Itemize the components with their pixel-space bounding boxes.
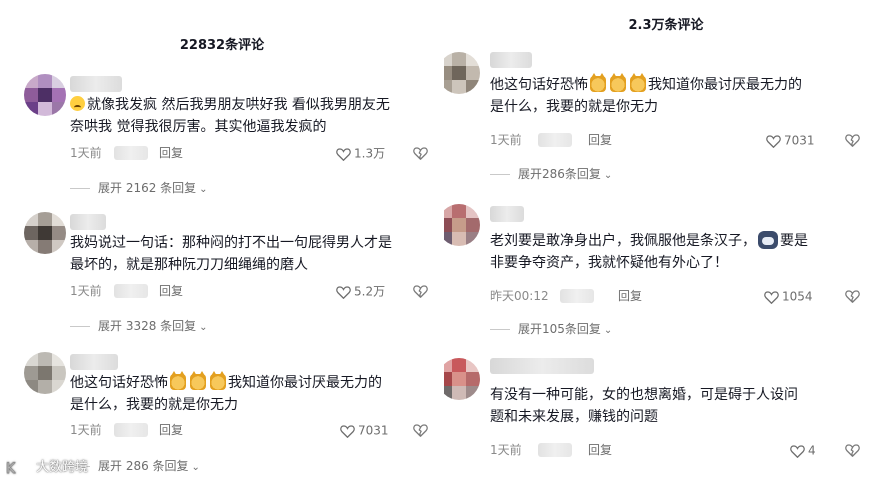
right-comment-panel: 2.3万条评论 他这句话好恐怖 我知道你最讨厌最无力的 是什么，我要的就是你无力 … <box>444 0 888 484</box>
reply-button[interactable]: 回复 <box>588 442 612 458</box>
location-blur <box>114 146 148 160</box>
timestamp: 1天前 <box>490 443 522 457</box>
timestamp: 1天前 <box>70 146 102 160</box>
username[interactable] <box>70 76 122 92</box>
cat-emoji-icon <box>190 371 206 390</box>
comment-meta: 昨天00:12 回复 <box>490 288 690 304</box>
expand-replies-button[interactable]: 展开105条回复 ⌄ <box>490 321 612 337</box>
broken-heart-icon[interactable] <box>413 146 428 160</box>
like-button[interactable]: 7031 <box>766 132 815 148</box>
chevron-down-icon: ⌄ <box>603 325 613 336</box>
watermark: K 大数跨境 <box>6 456 88 477</box>
svg-text:K: K <box>6 461 16 477</box>
location-blur <box>560 289 594 303</box>
heart-outline-icon <box>336 285 351 299</box>
username[interactable] <box>490 52 532 68</box>
expand-replies-button[interactable]: 展开286条回复 ⌄ <box>490 166 612 182</box>
avatar[interactable] <box>24 74 66 116</box>
heart-outline-icon <box>764 290 779 304</box>
timestamp: 昨天00:12 <box>490 289 549 303</box>
comment-meta: 1天前 回复 <box>70 145 250 161</box>
heart-outline-icon <box>790 444 805 458</box>
comment-meta: 1天前 回复 <box>70 283 250 299</box>
reply-button[interactable]: 回复 <box>588 132 612 148</box>
like-count: 1054 <box>782 289 813 304</box>
broken-heart-icon[interactable] <box>845 133 860 147</box>
broken-heart-icon[interactable] <box>413 423 428 437</box>
cat-emoji-icon <box>170 371 186 390</box>
chevron-down-icon: ⌄ <box>191 462 200 473</box>
comment-count-title: 22832条评论 <box>179 38 265 53</box>
chevron-down-icon: ⌄ <box>199 322 208 333</box>
timestamp: 1天前 <box>70 284 102 298</box>
comment-meta: 1天前 回复 <box>70 422 250 438</box>
location-blur <box>538 133 572 147</box>
location-blur <box>114 423 148 437</box>
username[interactable] <box>70 214 106 230</box>
broken-heart-icon[interactable] <box>845 289 860 303</box>
cat-emoji-icon <box>590 73 606 92</box>
comment-text: 他这句话好恐怖 我知道你最讨厌最无力的 是什么，我要的就是你无力 <box>490 73 802 115</box>
like-count: 5.2万 <box>354 284 386 299</box>
divider-line <box>490 329 510 330</box>
chevron-down-icon: ⌄ <box>603 170 613 181</box>
comment-text: 我妈说过一句话：那种闷的打不出一句屁得男人才是 最坏的，就是那种阮刀刀细绳绳的磨… <box>70 235 392 273</box>
like-button[interactable]: 1.3万 <box>336 145 385 161</box>
comment-text: 他这句话好恐怖 我知道你最讨厌最无力的 是什么，我要的就是你无力 <box>70 371 382 413</box>
avatar[interactable] <box>24 352 66 394</box>
comment-text: 就像我发疯 然后我男朋友哄好我 看似我男朋友无 奈哄我 觉得我很厉害。其实他逼我… <box>70 96 390 135</box>
timestamp: 1天前 <box>70 423 102 437</box>
heart-outline-icon <box>340 424 355 438</box>
like-button[interactable]: 1054 <box>764 288 813 304</box>
divider-line <box>70 326 90 327</box>
like-count: 4 <box>808 443 816 458</box>
avatar[interactable] <box>444 52 480 94</box>
reply-button[interactable]: 回复 <box>159 422 183 438</box>
brand-logo-icon: K <box>6 460 29 477</box>
cat-emoji-icon <box>610 73 626 92</box>
expand-replies-button[interactable]: 展开 3328 条回复 ⌄ <box>70 318 208 334</box>
comment-count-title: 2.3万条评论 <box>628 18 704 33</box>
expand-replies-button[interactable]: 展开 286 条回复 ⌄ <box>70 458 200 474</box>
divider-line <box>70 188 90 189</box>
username[interactable] <box>490 358 594 374</box>
comment-meta: 1天前 回复 <box>490 132 670 148</box>
cat-emoji-icon <box>630 73 646 92</box>
username[interactable] <box>70 354 118 370</box>
avatar[interactable] <box>24 212 66 254</box>
cat-emoji-icon <box>210 371 226 390</box>
like-count: 1.3万 <box>354 146 386 161</box>
watermark-text: 大数跨境 <box>36 460 89 475</box>
like-count: 7031 <box>358 423 389 438</box>
chevron-down-icon: ⌄ <box>199 184 208 195</box>
location-blur <box>538 443 572 457</box>
reply-button[interactable]: 回复 <box>618 288 642 304</box>
comment-text: 有没有一种可能，女的也想离婚，可是碍于人设问 题和未来发展，赚钱的问题 <box>490 387 798 425</box>
like-button[interactable]: 7031 <box>340 422 389 438</box>
broken-heart-icon[interactable] <box>845 443 860 457</box>
left-comment-panel: 22832条评论 就像我发疯 然后我男朋友哄好我 看似我男朋友无 奈哄我 觉得我… <box>0 0 444 484</box>
like-count: 7031 <box>784 133 815 148</box>
username[interactable] <box>490 206 524 222</box>
comment-text: 老刘要是敢净身出户，我佩服他是条汉子， 要是 非要争夺资产，我就怀疑他有外心了！ <box>490 231 808 271</box>
reply-button[interactable]: 回复 <box>159 283 183 299</box>
sad-face-emoji-icon <box>70 96 85 111</box>
avatar[interactable] <box>444 358 480 400</box>
avatar[interactable] <box>444 204 480 246</box>
location-blur <box>114 284 148 298</box>
expand-replies-button[interactable]: 展开 2162 条回复 ⌄ <box>70 180 208 196</box>
broken-heart-icon[interactable] <box>413 284 428 298</box>
heart-outline-icon <box>766 134 781 148</box>
like-button[interactable]: 5.2万 <box>336 283 385 299</box>
wolf-emoji-icon <box>758 231 778 249</box>
timestamp: 1天前 <box>490 133 522 147</box>
divider-line <box>490 174 510 175</box>
heart-outline-icon <box>336 147 351 161</box>
reply-button[interactable]: 回复 <box>159 145 183 161</box>
like-button[interactable]: 4 <box>790 442 816 458</box>
comment-meta: 1天前 回复 <box>490 442 670 458</box>
